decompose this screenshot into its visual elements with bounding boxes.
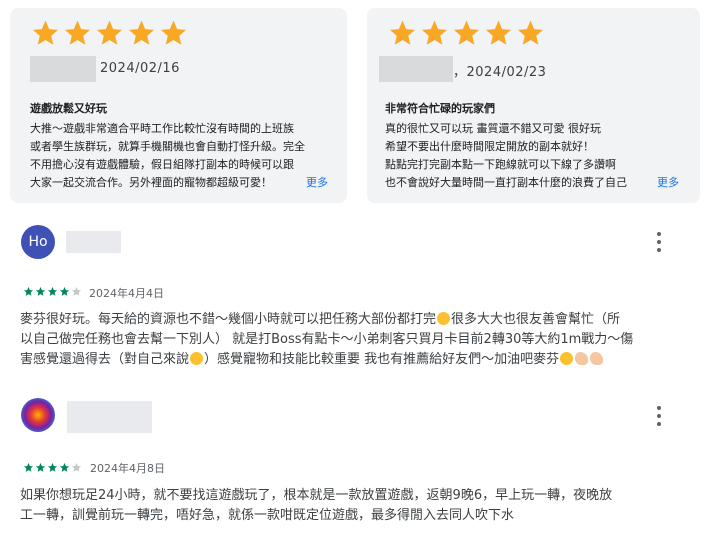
more-options-icon[interactable]	[652, 406, 666, 426]
reviewer-name-redacted	[30, 56, 96, 82]
review-text-line: 以自己做完任務也會去幫一下別人） 就是打Boss有點卡～小弟刺客只買月卡目前2轉…	[20, 332, 634, 347]
review-body-line: 大家一起交流合作。另外裡面的寵物都超級可愛！	[30, 176, 272, 189]
review-text-line: 如果你想玩足24小時，就不要找這遊戲玩了，根本就是一款放置遊戲，返朝9晚6，早上…	[20, 488, 613, 503]
review-date: ，2024/02/23	[453, 65, 547, 80]
review-body-line: 大推～遊戲非常適合平時工作比較忙沒有時間的上班族	[30, 122, 294, 135]
star-empty-icon	[71, 286, 82, 296]
review-text: 麥芬很好玩。每天給的資源也不錯～幾個小時就可以把任務大部份都打完 很多大大也很友善…	[20, 310, 692, 370]
star-empty-icon	[71, 462, 82, 472]
star-icon	[483, 18, 514, 48]
review-body-line: 希望不要出什麼時間限定開放的副本就好！	[385, 140, 594, 153]
star-icon	[158, 18, 189, 48]
star-icon	[35, 286, 46, 296]
review-text-line: 工一轉，訓覺前玩一轉完，唔好急，就係一款咁既定位遊戲，最多得閒入去同人吹下水	[20, 508, 515, 523]
pleading-face-icon	[560, 352, 574, 365]
star-icon	[94, 18, 125, 48]
avatar: Ho	[21, 225, 55, 259]
star-icon	[62, 18, 93, 48]
lion-avatar-icon	[21, 398, 55, 432]
laughing-face-icon	[190, 352, 204, 365]
review-body: 真的很忙又可以玩 畫質還不錯又可愛 很好玩 希望不要出什麼時間限定開放的副本就好…	[385, 120, 687, 192]
more-link[interactable]: 更多	[654, 174, 679, 192]
review-card[interactable]: 2024/02/16 遊戲放鬆又好玩 大推～遊戲非常適合平時工作比較忙沒有時間的…	[10, 8, 347, 203]
review-date: 2024年4月8日	[90, 462, 165, 475]
star-rating	[23, 286, 82, 297]
star-icon	[30, 18, 61, 48]
review-title: 非常符合忙碌的玩家們	[385, 102, 495, 115]
star-icon	[387, 18, 418, 48]
review-date: 2024/02/16	[100, 61, 180, 76]
star-icon	[59, 286, 70, 296]
review-body-line: 也不會說好大量時間一直打副本什麼的浪費了自己	[385, 176, 627, 189]
review-card[interactable]: ，2024/02/23 非常符合忙碌的玩家們 真的很忙又可以玩 畫質還不錯又可愛…	[367, 8, 700, 203]
star-icon	[47, 462, 58, 472]
reviewer-name-redacted	[66, 231, 121, 253]
reviewer-name-redacted	[379, 56, 453, 82]
flexed-biceps-icon	[590, 352, 604, 365]
more-link[interactable]: 更多	[303, 174, 328, 192]
star-icon	[35, 462, 46, 472]
review-body: 大推～遊戲非常適合平時工作比較忙沒有時間的上班族 或者學生族群玩，就算手機關機也…	[30, 120, 332, 192]
flexed-biceps-icon	[575, 352, 589, 365]
star-rating	[30, 18, 189, 48]
review-text-segment: 麥芬很好玩。每天給的資源也不錯～幾個小時就可以把任務大部份都打完	[20, 312, 437, 327]
review-body-line: 或者學生族群玩，就算手機關機也會自動打怪升級。完全	[30, 140, 305, 153]
review-date: 2024年4月4日	[89, 287, 164, 300]
review-text-segment: 很多大大也很友善會幫忙（所	[451, 312, 621, 327]
review-text: 如果你想玩足24小時，就不要找這遊戲玩了，根本就是一款放置遊戲，返朝9晚6，早上…	[20, 486, 692, 526]
review-text-segment: 害感覺還過得去（對自己來說	[20, 352, 190, 367]
star-rating	[387, 18, 546, 48]
star-icon	[126, 18, 157, 48]
smiling-face-icon	[437, 312, 451, 325]
star-icon	[23, 286, 34, 296]
star-icon	[419, 18, 450, 48]
review-text-segment: ）感覺寵物和技能比較重要 我也有推薦給好友們～加油吧麥芬	[204, 352, 560, 367]
review-title: 遊戲放鬆又好玩	[30, 102, 107, 115]
star-icon	[451, 18, 482, 48]
review-body-line: 不用擔心沒有遊戲體驗，假日組隊打副本的時候可以跟	[30, 158, 294, 171]
review-body-line: 真的很忙又可以玩 畫質還不錯又可愛 很好玩	[385, 122, 601, 135]
star-icon	[47, 286, 58, 296]
star-icon	[515, 18, 546, 48]
reviewer-name-redacted	[67, 401, 152, 433]
more-options-icon[interactable]	[652, 232, 666, 252]
star-icon	[23, 462, 34, 472]
star-rating	[23, 462, 82, 473]
review-body-line: 點點完打完副本點一下跑線就可以下線了多讚啊	[385, 158, 616, 171]
star-icon	[59, 462, 70, 472]
